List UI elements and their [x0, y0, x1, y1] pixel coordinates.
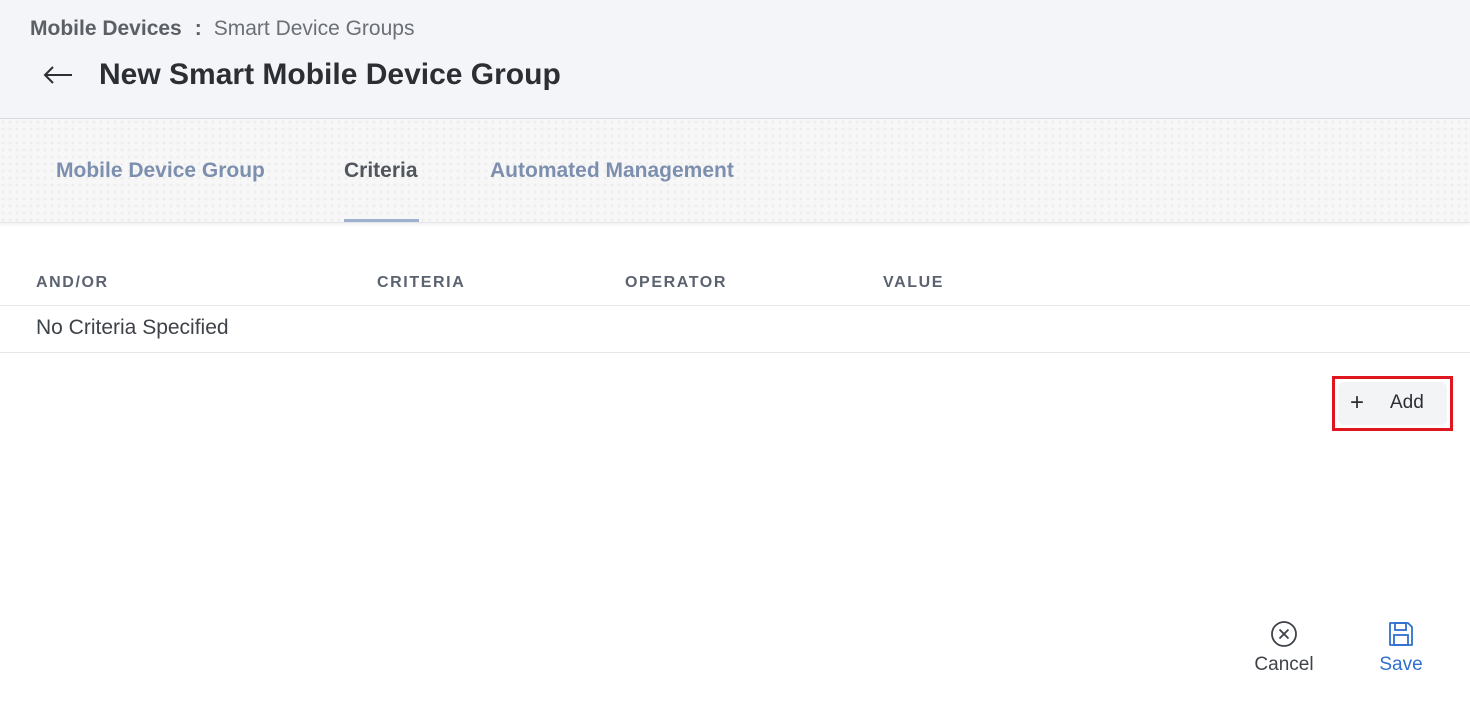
close-circle-icon — [1271, 621, 1297, 647]
arrow-left-icon — [43, 66, 72, 84]
column-header-and-or: AND/OR — [36, 274, 109, 291]
column-header-operator: OPERATOR — [625, 274, 727, 291]
breadcrumb-root[interactable]: Mobile Devices — [30, 16, 182, 42]
tab-mobile-device-group[interactable]: Mobile Device Group — [56, 158, 265, 184]
back-button[interactable] — [40, 58, 76, 92]
cancel-label: Cancel — [1254, 654, 1314, 675]
tab-criteria[interactable]: Criteria — [344, 158, 418, 184]
column-header-value: VALUE — [883, 274, 945, 291]
add-criteria-button[interactable]: + Add — [1338, 382, 1447, 425]
criteria-table-header: AND/OR CRITERIA OPERATOR VALUE — [0, 262, 1470, 306]
breadcrumb: Mobile Devices : Smart Device Groups — [30, 16, 414, 42]
save-icon — [1389, 622, 1413, 646]
page-header: Mobile Devices : Smart Device Groups New… — [0, 0, 1470, 119]
empty-criteria-message: No Criteria Specified — [36, 316, 229, 339]
page-title: New Smart Mobile Device Group — [99, 58, 561, 91]
tab-bar: Mobile Device Group Criteria Automated M… — [0, 119, 1470, 223]
add-button-label: Add — [1390, 392, 1424, 413]
column-header-criteria: CRITERIA — [377, 274, 466, 291]
tab-automated-management[interactable]: Automated Management — [490, 158, 734, 184]
active-tab-indicator — [344, 219, 419, 222]
table-row: No Criteria Specified — [0, 306, 1470, 353]
cancel-button[interactable]: Cancel — [1247, 620, 1321, 676]
plus-icon: + — [1350, 389, 1365, 416]
breadcrumb-separator: : — [194, 17, 202, 40]
save-label: Save — [1379, 654, 1423, 675]
breadcrumb-current[interactable]: Smart Device Groups — [214, 16, 415, 42]
save-button[interactable]: Save — [1371, 620, 1431, 676]
